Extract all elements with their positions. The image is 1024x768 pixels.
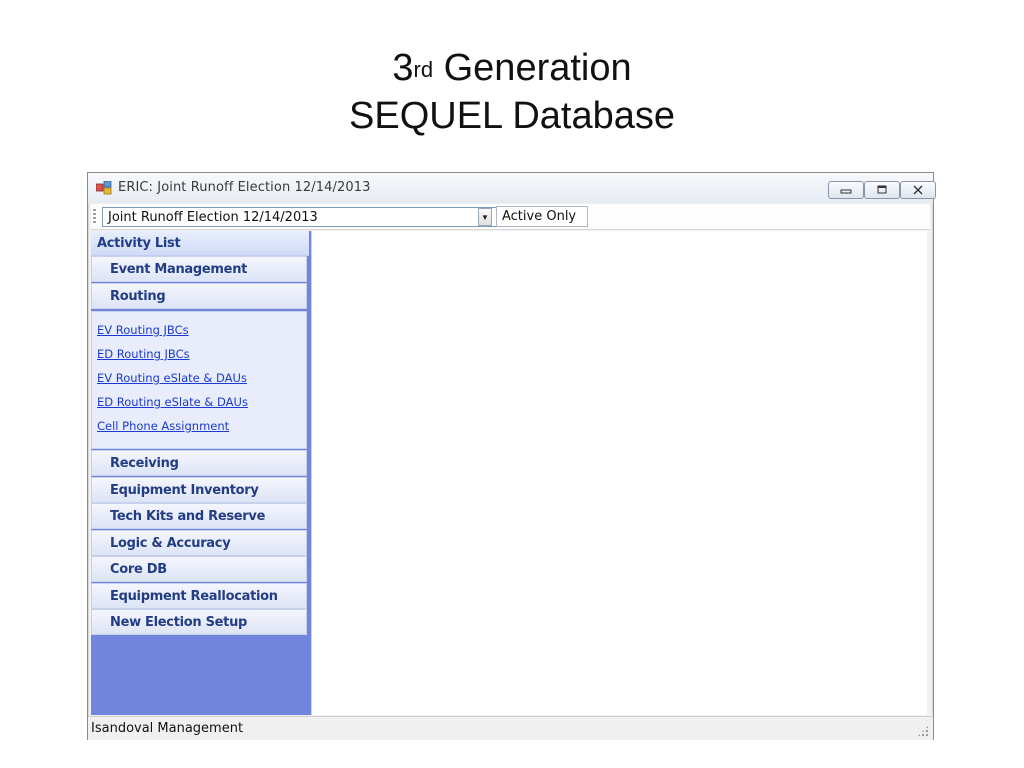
category-routing[interactable]: Routing xyxy=(91,283,307,309)
slide-title: 3rd Generation SEQUEL Database xyxy=(0,44,1024,140)
main-content-area xyxy=(311,231,927,715)
link-ed-routing-jbcs[interactable]: ED Routing JBCs xyxy=(97,347,190,361)
title-line-2: SEQUEL Database xyxy=(349,95,675,137)
title-superscript: rd xyxy=(413,57,434,82)
category-core-db[interactable]: Core DB xyxy=(91,556,307,582)
window-title: ERIC: Joint Runoff Election 12/14/2013 xyxy=(118,180,371,195)
title-bar[interactable]: ERIC: Joint Runoff Election 12/14/2013 xyxy=(88,173,936,203)
routing-panel: EV Routing JBCs ED Routing JBCs EV Routi… xyxy=(91,311,307,449)
link-ev-routing-eslate-daus[interactable]: EV Routing eSlate & DAUs xyxy=(97,371,247,385)
category-tech-kits-reserve[interactable]: Tech Kits and Reserve xyxy=(91,503,307,529)
maximize-icon xyxy=(865,182,899,198)
activity-list-sidebar: Activity List Event Management Routing E… xyxy=(91,231,311,715)
category-equipment-inventory[interactable]: Equipment Inventory xyxy=(91,477,307,503)
title-line-1: 3rd Generation xyxy=(392,47,632,89)
election-select[interactable]: Joint Runoff Election 12/14/2013 xyxy=(102,207,497,227)
active-only-button[interactable]: Active Only xyxy=(496,206,588,227)
toolbar: Joint Runoff Election 12/14/2013 ▼ Activ… xyxy=(91,204,930,230)
category-equipment-reallocation[interactable]: Equipment Reallocation xyxy=(91,583,307,609)
toolbar-grip-icon[interactable] xyxy=(93,209,96,224)
app-window: ERIC: Joint Runoff Election 12/14/2013 J… xyxy=(87,172,936,740)
link-ev-routing-jbcs[interactable]: EV Routing JBCs xyxy=(97,323,189,337)
status-bar: Isandoval Management xyxy=(88,716,933,740)
resize-grip-icon[interactable] xyxy=(917,725,929,737)
link-ed-routing-eslate-daus[interactable]: ED Routing eSlate & DAUs xyxy=(97,395,248,409)
minimize-button[interactable] xyxy=(828,181,864,199)
link-cell-phone-assignment[interactable]: Cell Phone Assignment xyxy=(97,419,229,433)
active-only-label: Active Only xyxy=(502,209,577,224)
activity-list-header: Activity List xyxy=(91,231,309,256)
category-receiving[interactable]: Receiving xyxy=(91,450,307,476)
chevron-down-icon: ▼ xyxy=(481,212,489,222)
category-event-management[interactable]: Event Management xyxy=(91,256,307,282)
minimize-icon xyxy=(829,182,863,198)
app-icon xyxy=(96,181,112,195)
category-logic-accuracy[interactable]: Logic & Accuracy xyxy=(91,530,307,556)
close-icon xyxy=(901,182,935,198)
category-new-election-setup[interactable]: New Election Setup xyxy=(91,609,307,635)
maximize-button[interactable] xyxy=(864,181,900,199)
election-select-dropdown-button[interactable]: ▼ xyxy=(478,208,492,226)
close-button[interactable] xyxy=(900,181,936,199)
election-select-value: Joint Runoff Election 12/14/2013 xyxy=(108,210,318,225)
status-text: Isandoval Management xyxy=(91,721,244,736)
